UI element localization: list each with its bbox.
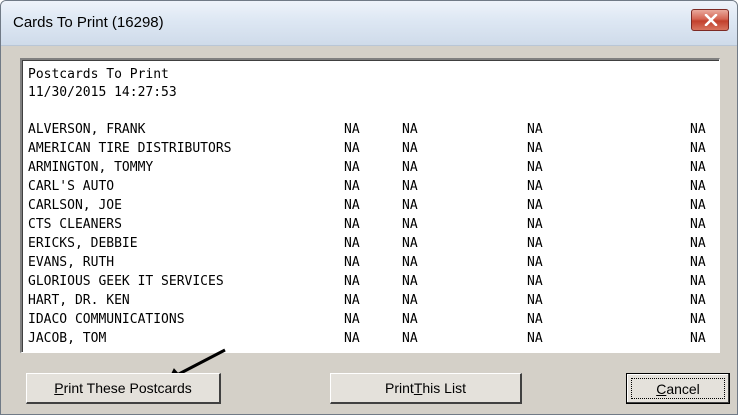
button-label: rint These Postcards	[63, 380, 192, 396]
row-value-cell: NA	[402, 217, 418, 232]
row-value-cell: NA	[344, 312, 360, 327]
row-value-cell: NA	[690, 236, 706, 251]
row-value-cell: NA	[527, 160, 543, 175]
window-title: Cards To Print (16298)	[13, 14, 164, 31]
table-row: HART, DR. KEN NA NA NA NA	[22, 291, 719, 310]
row-value-cell: NA	[402, 293, 418, 308]
row-value-cell: NA	[344, 274, 360, 289]
row-value-cell: NA	[527, 274, 543, 289]
row-name-cell: GLORIOUS GEEK IT SERVICES	[28, 274, 224, 289]
row-value-cell: NA	[527, 122, 543, 137]
row-value-cell: NA	[690, 160, 706, 175]
dialog-content: Postcards To Print 11/30/2015 14:27:53 A…	[1, 46, 737, 414]
row-name-cell: HART, DR. KEN	[28, 293, 130, 308]
row-value-cell: NA	[690, 217, 706, 232]
row-value-cell: NA	[344, 331, 360, 346]
row-value-cell: NA	[402, 179, 418, 194]
row-name-cell: ARMINGTON, TOMMY	[28, 160, 154, 175]
row-value-cell: NA	[690, 122, 706, 137]
table-row: AMERICAN TIRE DISTRIBUTORS NA NA NA NA	[22, 139, 719, 158]
row-value-cell: NA	[344, 141, 360, 156]
row-value-cell: NA	[344, 236, 360, 251]
row-value-cell: NA	[690, 293, 706, 308]
table-row: ERICKS, DEBBIE NA NA NA NA	[22, 234, 719, 253]
row-value-cell: NA	[344, 198, 360, 213]
row-name-cell: EVANS, RUTH	[28, 255, 115, 270]
row-value-cell: NA	[690, 274, 706, 289]
row-value-cell: NA	[402, 274, 418, 289]
row-value-cell: NA	[690, 331, 706, 346]
row-name-cell: CTS CLEANERS	[28, 217, 122, 232]
table-row: IDACO COMMUNICATIONS NA NA NA NA	[22, 310, 719, 329]
table-row: GLORIOUS GEEK IT SERVICES NA NA NA NA	[22, 272, 719, 291]
cancel-button[interactable]: Cancel	[626, 373, 730, 404]
button-mnemonic: C	[656, 380, 667, 397]
row-value-cell: NA	[527, 141, 543, 156]
row-value-cell: NA	[402, 236, 418, 251]
row-value-cell: NA	[344, 160, 360, 175]
row-value-cell: NA	[690, 312, 706, 327]
row-name-cell: JACOB, TOM	[28, 331, 107, 346]
row-value-cell: NA	[402, 141, 418, 156]
row-name-cell: ERICKS, DEBBIE	[28, 236, 138, 251]
button-mnemonic: P	[54, 380, 64, 396]
button-mnemonic: T	[413, 380, 423, 396]
row-value-cell: NA	[527, 255, 543, 270]
table-row: EVANS, RUTH NA NA NA NA	[22, 253, 719, 272]
row-value-cell: NA	[402, 198, 418, 213]
row-value-cell: NA	[402, 255, 418, 270]
title-bar[interactable]: Cards To Print (16298)	[1, 1, 737, 46]
row-value-cell: NA	[402, 160, 418, 175]
report-heading: Postcards To Print	[28, 67, 169, 82]
button-label: Print	[385, 380, 414, 396]
row-value-cell: NA	[527, 293, 543, 308]
dialog-window: Cards To Print (16298) Postcards To Prin…	[0, 0, 738, 415]
row-name-cell: CARLSON, JOE	[28, 198, 122, 213]
row-value-cell: NA	[402, 122, 418, 137]
row-value-cell: NA	[344, 255, 360, 270]
table-row: CTS CLEANERS NA NA NA NA	[22, 215, 719, 234]
row-value-cell: NA	[344, 217, 360, 232]
button-label: ancel	[666, 380, 700, 397]
row-value-cell: NA	[527, 217, 543, 232]
row-name-cell: IDACO COMMUNICATIONS	[28, 312, 185, 327]
row-value-cell: NA	[527, 312, 543, 327]
row-value-cell: NA	[344, 293, 360, 308]
table-row: CARL'S AUTO NA NA NA NA	[22, 177, 719, 196]
row-value-cell: NA	[402, 312, 418, 327]
row-name-cell: AMERICAN TIRE DISTRIBUTORS	[28, 141, 232, 156]
row-value-cell: NA	[527, 179, 543, 194]
postcards-list-box[interactable]: Postcards To Print 11/30/2015 14:27:53 A…	[20, 58, 720, 353]
row-value-cell: NA	[402, 331, 418, 346]
row-value-cell: NA	[690, 198, 706, 213]
print-this-list-button[interactable]: Print This List	[330, 373, 522, 404]
row-value-cell: NA	[344, 179, 360, 194]
button-label: his List	[422, 380, 466, 396]
row-value-cell: NA	[527, 236, 543, 251]
table-row: ARMINGTON, TOMMY NA NA NA NA	[22, 158, 719, 177]
row-value-cell: NA	[690, 141, 706, 156]
table-row: CARLSON, JOE NA NA NA NA	[22, 196, 719, 215]
row-name-cell: CARL'S AUTO	[28, 179, 115, 194]
table-row: ALVERSON, FRANK NA NA NA NA	[22, 120, 719, 139]
row-value-cell: NA	[527, 331, 543, 346]
table-row: JACOB, TOM NA NA NA NA	[22, 329, 719, 348]
row-value-cell: NA	[690, 255, 706, 270]
close-icon	[704, 14, 718, 26]
row-value-cell: NA	[344, 122, 360, 137]
row-value-cell: NA	[690, 179, 706, 194]
close-button[interactable]	[691, 9, 729, 31]
row-name-cell: ALVERSON, FRANK	[28, 122, 146, 137]
row-value-cell: NA	[527, 198, 543, 213]
print-these-postcards-button[interactable]: Print These Postcards	[26, 373, 221, 404]
report-timestamp: 11/30/2015 14:27:53	[28, 85, 177, 100]
